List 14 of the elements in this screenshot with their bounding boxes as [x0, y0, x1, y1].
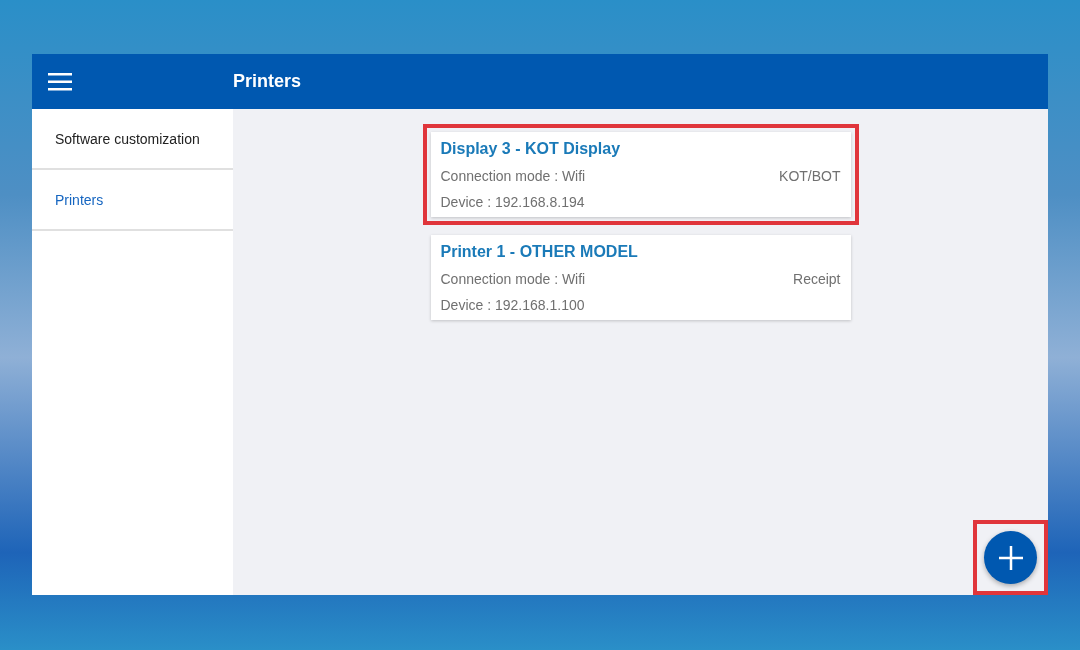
printer-card[interactable]: Display 3 - KOT Display Connection mode : Wifi KOT/BOT Device : 192.168.8.194: [430, 132, 851, 217]
menu-icon: [48, 72, 72, 91]
page-title: Printers: [233, 71, 302, 92]
printer-type: Receipt: [793, 271, 841, 287]
printer-type: KOT/BOT: [779, 168, 841, 184]
device-address: Device : 192.168.8.194: [440, 194, 586, 210]
device-address: Device : 192.168.1.100: [440, 297, 586, 313]
printer-name: Printer 1 - OTHER MODEL: [440, 243, 639, 261]
add-button[interactable]: [984, 531, 1037, 584]
connection-mode: Connection mode : Wifi: [440, 168, 586, 184]
printer-card[interactable]: Printer 1 - OTHER MODEL Connection mode : Wifi Receipt Device : 192.168.1.100: [430, 235, 851, 320]
plus-icon: [997, 544, 1024, 571]
connection-mode: Connection mode : Wifi: [440, 271, 586, 287]
printer-name: Display 3 - KOT Display: [440, 140, 622, 158]
